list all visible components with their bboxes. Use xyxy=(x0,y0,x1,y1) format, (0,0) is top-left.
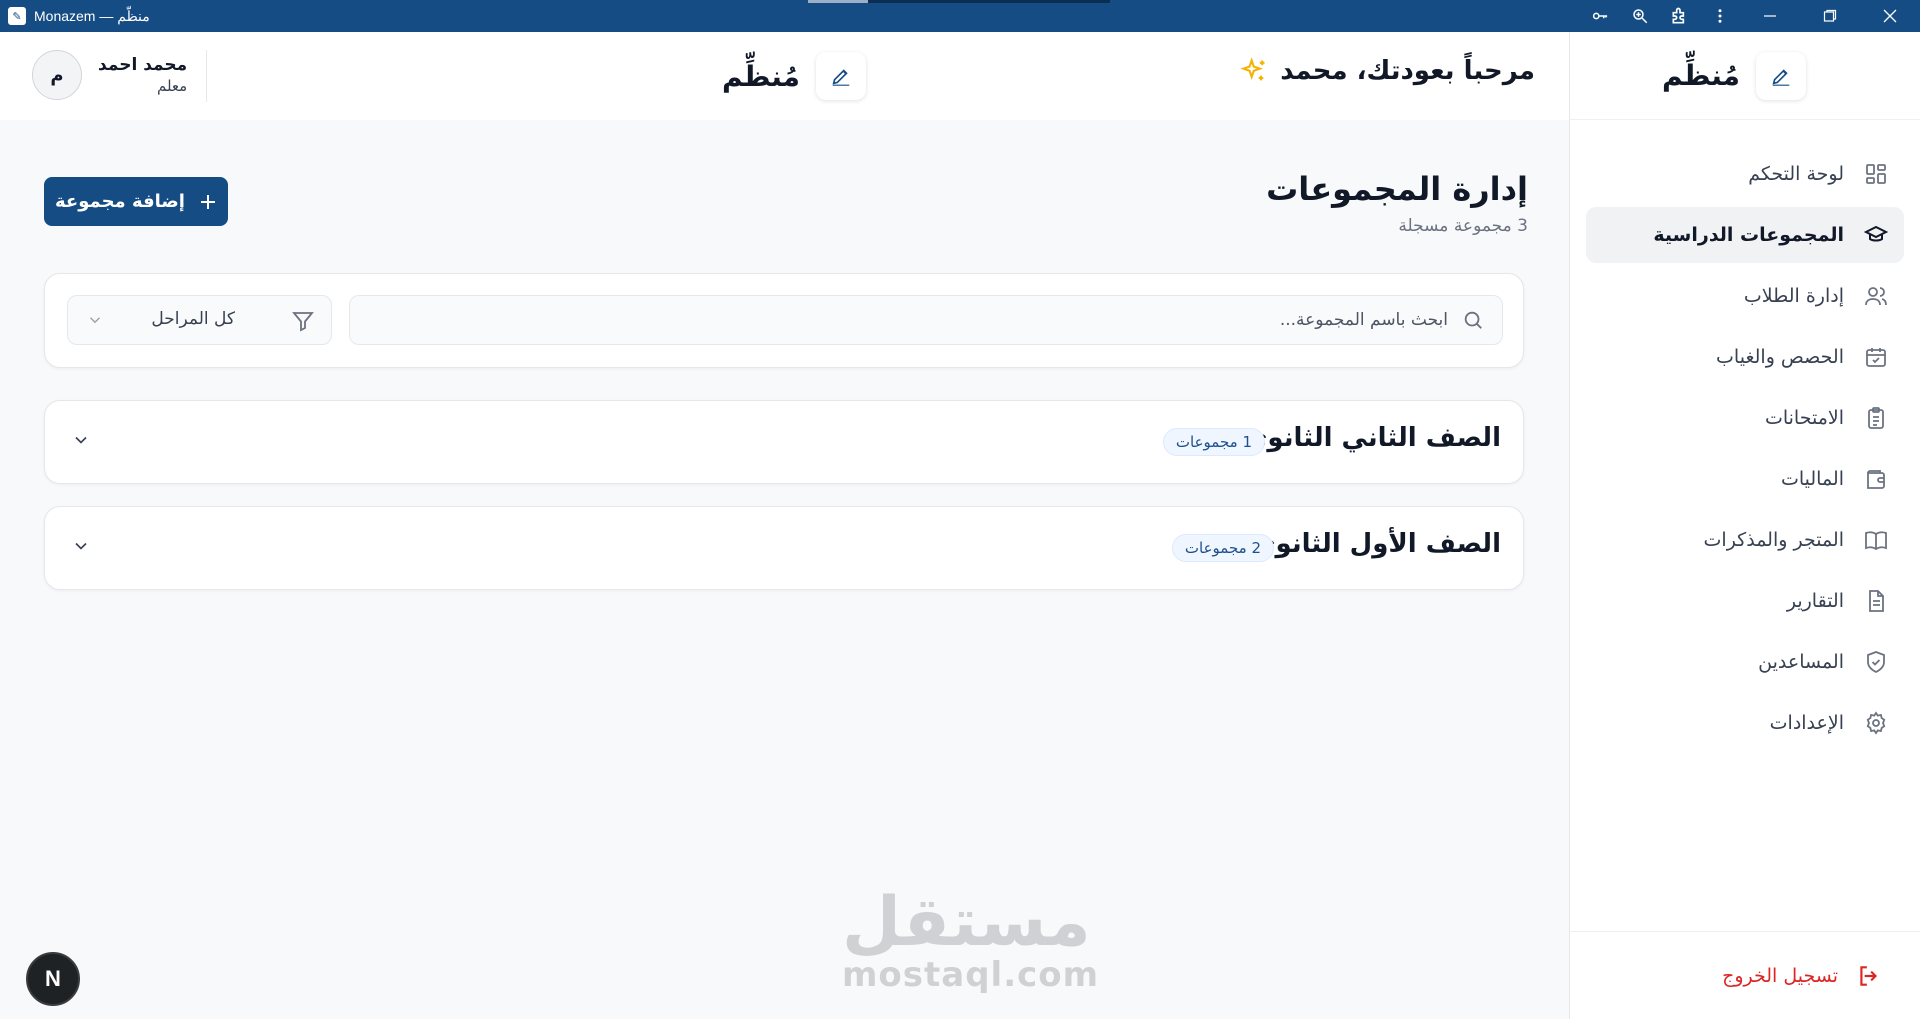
logout-button[interactable]: تسجيل الخروج xyxy=(1570,931,1920,1019)
sidebar-item-store[interactable]: المتجر والمذكرات xyxy=(1586,512,1904,568)
add-group-button[interactable]: إضافة مجموعة xyxy=(44,177,228,226)
sidebar: مُنظِّم لوحة التحكم المجموعات الدراسية إ… xyxy=(1569,32,1920,1019)
wallet-icon xyxy=(1862,465,1890,493)
group-count-badge: 2 مجموعات xyxy=(1171,534,1274,562)
logout-label: تسجيل الخروج xyxy=(1722,964,1838,987)
sidebar-item-label: التقارير xyxy=(1786,590,1844,612)
search-box[interactable] xyxy=(349,295,1503,345)
sparkle-icon xyxy=(1240,57,1268,85)
maximize-icon[interactable] xyxy=(1800,0,1860,32)
search-input[interactable] xyxy=(548,310,1448,330)
header-brand-name: مُنظِّم xyxy=(722,59,800,93)
watermark: مستقل mostaql.com xyxy=(842,883,1100,995)
sidebar-item-settings[interactable]: الإعدادات xyxy=(1586,695,1904,751)
stage-filter-select[interactable]: كل المراحل xyxy=(67,295,332,345)
sidebar-item-label: الماليات xyxy=(1780,468,1844,490)
logout-icon xyxy=(1856,963,1882,989)
sidebar-item-assistants[interactable]: المساعدين xyxy=(1586,634,1904,690)
sidebar-item-label: الامتحانات xyxy=(1764,407,1844,429)
plus-icon xyxy=(199,193,217,211)
close-icon[interactable] xyxy=(1860,0,1920,32)
sidebar-item-label: لوحة التحكم xyxy=(1748,163,1844,185)
filter-card: كل المراحل xyxy=(44,273,1524,368)
sidebar-item-label: الحصص والغياب xyxy=(1716,346,1844,368)
sidebar-item-dashboard[interactable]: لوحة التحكم xyxy=(1586,146,1904,202)
user-profile[interactable]: م محمد احمد معلم xyxy=(32,50,187,100)
watermark-latin: mostaql.com xyxy=(842,955,1100,995)
sidebar-item-label: إدارة الطلاب xyxy=(1743,285,1844,307)
users-icon xyxy=(1862,282,1890,310)
filter-icon xyxy=(291,309,315,333)
chevron-down-icon[interactable] xyxy=(71,536,91,556)
page-subtitle: 3 مجموعة مسجلة xyxy=(1398,216,1528,236)
add-group-label: إضافة مجموعة xyxy=(55,191,185,212)
avatar[interactable]: م xyxy=(32,50,82,100)
stage-name: الصف الأول الثانوي xyxy=(1251,529,1501,559)
sidebar-brand: مُنظِّم xyxy=(1570,32,1920,120)
header-logo-icon xyxy=(816,52,866,100)
stage-card-first-secondary[interactable]: الصف الأول الثانوي 2 مجموعات xyxy=(44,506,1524,590)
stage-card-second-secondary[interactable]: الصف الثاني الثانوي 1 مجموعات xyxy=(44,400,1524,484)
dashboard-icon xyxy=(1862,160,1890,188)
top-header: مرحباً بعودتك، محمد مُنظِّم م محمد احمد … xyxy=(0,32,1569,120)
chevron-down-icon[interactable] xyxy=(71,430,91,450)
sidebar-item-label: المجموعات الدراسية xyxy=(1653,224,1844,246)
brand-logo-icon xyxy=(1756,51,1806,100)
tab-strip xyxy=(808,0,1110,3)
welcome-message: مرحباً بعودتك، محمد xyxy=(1240,56,1535,86)
stage-name: الصف الثاني الثانوي xyxy=(1243,423,1501,453)
sidebar-item-label: المتجر والمذكرات xyxy=(1703,529,1844,551)
dev-tools-button[interactable]: N xyxy=(26,952,80,1006)
stage-filter-value: كل المراحل xyxy=(151,309,235,329)
sidebar-item-students[interactable]: إدارة الطلاب xyxy=(1586,268,1904,324)
more-icon[interactable] xyxy=(1700,0,1740,32)
sidebar-item-exams[interactable]: الامتحانات xyxy=(1586,390,1904,446)
book-icon xyxy=(1862,526,1890,554)
sidebar-item-label: المساعدين xyxy=(1758,651,1844,673)
sidebar-nav: لوحة التحكم المجموعات الدراسية إدارة الط… xyxy=(1586,146,1904,756)
sidebar-item-reports[interactable]: التقارير xyxy=(1586,573,1904,629)
calendar-check-icon xyxy=(1862,343,1890,371)
sidebar-item-label: الإعدادات xyxy=(1769,712,1844,734)
app-icon: ✎ xyxy=(8,7,26,25)
gear-icon xyxy=(1862,709,1890,737)
sidebar-item-finance[interactable]: الماليات xyxy=(1586,451,1904,507)
page-title: إدارة المجموعات xyxy=(1266,170,1528,208)
watermark-arabic: مستقل xyxy=(842,883,1091,962)
extension-icon[interactable] xyxy=(1660,0,1700,32)
minimize-icon[interactable] xyxy=(1740,0,1800,32)
graduation-cap-icon xyxy=(1862,221,1890,249)
window-title: Monazem — منظّم xyxy=(34,7,150,24)
sidebar-item-sessions[interactable]: الحصص والغياب xyxy=(1586,329,1904,385)
sidebar-brand-name: مُنظِّم xyxy=(1662,59,1740,92)
sidebar-item-groups[interactable]: المجموعات الدراسية xyxy=(1586,207,1904,263)
header-brand: مُنظِّم xyxy=(722,52,866,100)
header-divider xyxy=(206,50,207,102)
key-icon[interactable] xyxy=(1580,0,1620,32)
user-role: معلم xyxy=(156,77,188,95)
file-text-icon xyxy=(1862,587,1890,615)
clipboard-icon xyxy=(1862,404,1890,432)
window-titlebar: ✎ Monazem — منظّم xyxy=(0,0,1920,32)
chevron-down-icon xyxy=(86,311,104,329)
user-name: محمد احمد xyxy=(98,55,188,75)
group-count-badge: 1 مجموعات xyxy=(1162,428,1265,456)
shield-icon xyxy=(1862,648,1890,676)
zoom-icon[interactable] xyxy=(1620,0,1660,32)
welcome-text: مرحباً بعودتك، محمد xyxy=(1280,56,1535,86)
search-icon xyxy=(1462,309,1484,331)
